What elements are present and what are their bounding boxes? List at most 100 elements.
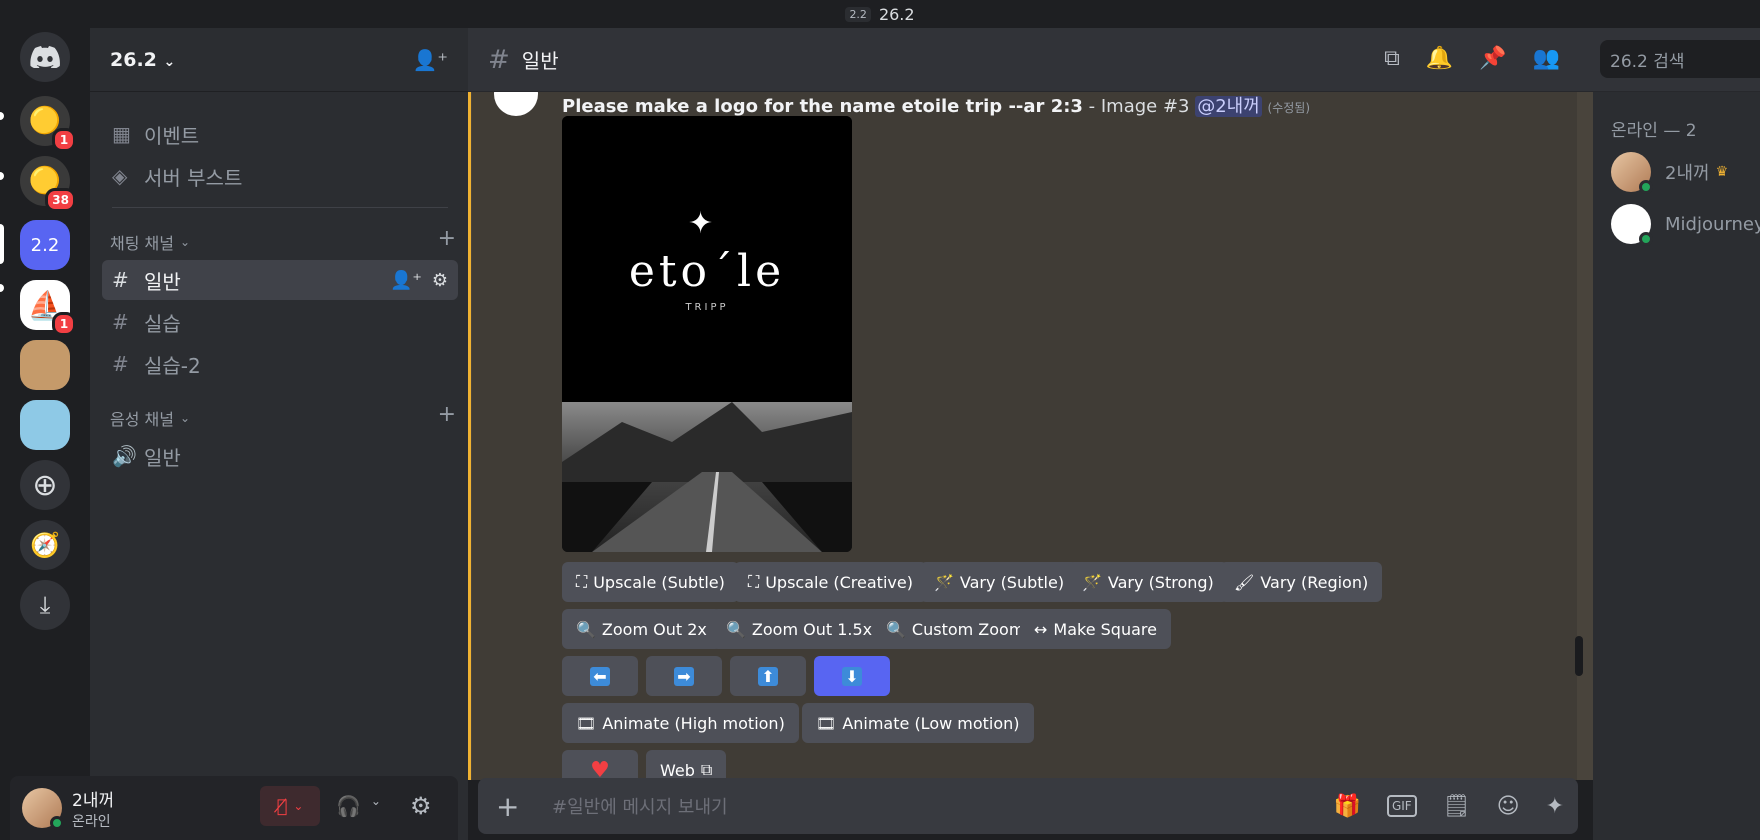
zoom-out-1-5x-button[interactable]: 🔍 Zoom Out 1.5x <box>712 609 887 649</box>
server-2-icon[interactable]: 🟡 38 <box>20 156 76 212</box>
pan-left-button[interactable]: ⬅ <box>562 656 638 696</box>
paintbrush-icon: 🖌 <box>1234 572 1255 592</box>
upscale-creative-button[interactable]: ⛶ Upscale (Creative) <box>734 562 927 602</box>
server-1-icon[interactable]: 🟡 1 <box>20 96 76 152</box>
avatar[interactable] <box>22 788 64 830</box>
voice-channel-general[interactable]: 🔊 일반 <box>102 436 458 476</box>
vary-region-button[interactable]: 🖌 Vary (Region) <box>1220 562 1383 602</box>
channel-practice[interactable]: # 실습 <box>102 302 458 342</box>
members-icon[interactable]: 👥 <box>1533 46 1560 71</box>
gift-icon[interactable]: 🎁 <box>1334 794 1361 819</box>
button-label: Vary (Region) <box>1260 572 1369 592</box>
mute-mic-button[interactable]: 🎙̸ ⌄ <box>260 786 320 826</box>
voice-category[interactable]: 음성 채널 ⌄ <box>110 406 190 430</box>
message-composer[interactable]: + #일반에 메시지 보내기 🎁 GIF 🗒 ☺ ✦ <box>478 778 1578 834</box>
explore-button[interactable]: 🧭 <box>20 520 70 570</box>
server-boost-item[interactable]: ◈ 서버 부스트 <box>102 156 458 196</box>
gif-button[interactable]: GIF <box>1386 795 1417 817</box>
boost-icon: ◈ <box>112 164 128 188</box>
pin-icon[interactable]: 📌 <box>1479 46 1506 71</box>
invite-icon[interactable]: 👤⁺ <box>390 270 422 291</box>
generated-image[interactable]: ✦ etoˊle TRIPP <box>562 116 852 552</box>
window-titlebar: 2.2 26.2 <box>0 0 1760 28</box>
member-name: 2내꺼 <box>1665 163 1710 184</box>
pan-up-button[interactable]: ⬆ <box>730 656 806 696</box>
server-active-icon[interactable]: 2.2 <box>20 220 70 270</box>
pan-down-button[interactable]: ⬇ <box>814 656 890 696</box>
arrow-right-icon: ➡ <box>674 666 694 686</box>
crown-icon: ♛ <box>1715 164 1729 180</box>
user-status: 온라인 <box>72 813 111 830</box>
user-mention[interactable]: @2내꺼 <box>1195 96 1262 117</box>
scrollbar-thumb[interactable] <box>1575 636 1583 676</box>
expand-icon: ⛶ <box>748 572 760 591</box>
text-category[interactable]: 채팅 채널 ⌄ <box>110 230 190 254</box>
button-label: Vary (Strong) <box>1107 572 1214 592</box>
mic-muted-icon: 🎙̸ <box>276 795 288 817</box>
mention-highlight-bar <box>468 92 471 780</box>
magnifier-icon: 🔍 <box>726 619 746 639</box>
headphones-button[interactable]: 🎧 ⌄ <box>336 794 381 818</box>
gear-icon[interactable]: ⚙ <box>432 270 448 291</box>
unread-pill <box>0 172 4 180</box>
emoji-icon[interactable]: ☺ <box>1497 794 1520 819</box>
unread-pill <box>0 112 4 120</box>
server-5-icon[interactable] <box>20 400 70 450</box>
headphones-icon: 🎧 <box>336 794 361 818</box>
server-4-icon[interactable] <box>20 340 70 390</box>
chevron-down-icon: ⌄ <box>179 235 191 249</box>
search-input[interactable]: 26.2 검색 <box>1600 40 1760 78</box>
speaker-icon: 🔊 <box>112 444 137 468</box>
add-text-channel-button[interactable]: + <box>438 226 456 251</box>
user-settings-button[interactable]: ⚙ <box>410 792 432 820</box>
apps-icon[interactable]: ✦ <box>1546 794 1564 819</box>
events-label: 이벤트 <box>144 123 200 148</box>
vary-subtle-button[interactable]: 🪄 Vary (Subtle) <box>920 562 1079 602</box>
discord-home-button[interactable] <box>20 32 70 82</box>
server-name: 26.2 ⌄ <box>110 49 175 71</box>
channel-general[interactable]: # 일반 👤⁺ ⚙ <box>102 260 458 300</box>
left-right-arrow-icon: ↔ <box>1034 619 1048 639</box>
animate-high-button[interactable]: 🎞 Animate (High motion) <box>562 703 799 743</box>
road-photo <box>562 402 852 552</box>
magic-wand-icon: 🪄 <box>934 572 954 592</box>
member-item[interactable]: 2내꺼 ♛ <box>1611 152 1729 194</box>
chevron-down-icon: ⌄ <box>370 794 381 808</box>
animate-low-button[interactable]: 🎞 Animate (Low motion) <box>802 703 1034 743</box>
pan-right-button[interactable]: ➡ <box>646 656 722 696</box>
download-button[interactable]: ⤓ <box>20 580 70 630</box>
voice-category-label: 음성 채널 <box>110 410 174 429</box>
heart-icon: ♥ <box>590 757 610 781</box>
server-header[interactable]: 26.2 ⌄ 👤⁺ <box>90 28 468 92</box>
bell-icon[interactable]: 🔔 <box>1426 46 1453 71</box>
add-attachment-icon[interactable]: + <box>496 790 532 823</box>
add-server-button[interactable]: ⊕ <box>20 460 70 510</box>
member-item[interactable]: Midjourney <box>1611 204 1760 246</box>
channel-practice-2[interactable]: # 실습-2 <box>102 344 458 384</box>
button-label: Custom Zoom <box>911 619 1025 639</box>
vary-strong-button[interactable]: 🪄 Vary (Strong) <box>1068 562 1228 602</box>
button-label: Upscale (Subtle) <box>593 572 725 592</box>
online-status-dot <box>50 816 64 830</box>
channel-title: 일반 <box>521 49 559 73</box>
plus-icon: ⊕ <box>32 467 58 503</box>
invite-people-icon[interactable]: 👤⁺ <box>413 48 448 72</box>
sticker-icon[interactable]: 🗒 <box>1443 794 1471 819</box>
custom-zoom-button[interactable]: 🔍 Custom Zoom <box>872 609 1039 649</box>
make-square-button[interactable]: ↔ Make Square <box>1020 609 1171 649</box>
events-item[interactable]: ▦ 이벤트 <box>102 114 458 154</box>
favorite-button[interactable]: ♥ <box>562 750 638 780</box>
upscale-subtle-button[interactable]: ⛶ Upscale (Subtle) <box>562 562 739 602</box>
server-active-label: 2.2 <box>30 234 60 256</box>
username: 2내꺼 <box>72 790 115 811</box>
threads-icon[interactable]: ⧉ <box>1384 46 1400 71</box>
zoom-out-2x-button[interactable]: 🔍 Zoom Out 2x <box>562 609 721 649</box>
message-input-placeholder: #일반에 메시지 보내기 <box>552 797 728 818</box>
midjourney-server-badge: 1 <box>52 312 76 336</box>
gear-icon: ⚙ <box>410 792 432 820</box>
add-voice-channel-button[interactable]: + <box>438 402 456 427</box>
message-avatar[interactable] <box>494 92 538 116</box>
web-link-button[interactable]: Web ⧉ <box>646 750 727 780</box>
button-label: Animate (Low motion) <box>842 713 1020 733</box>
midjourney-server-icon[interactable]: ⛵ 1 <box>20 280 76 336</box>
